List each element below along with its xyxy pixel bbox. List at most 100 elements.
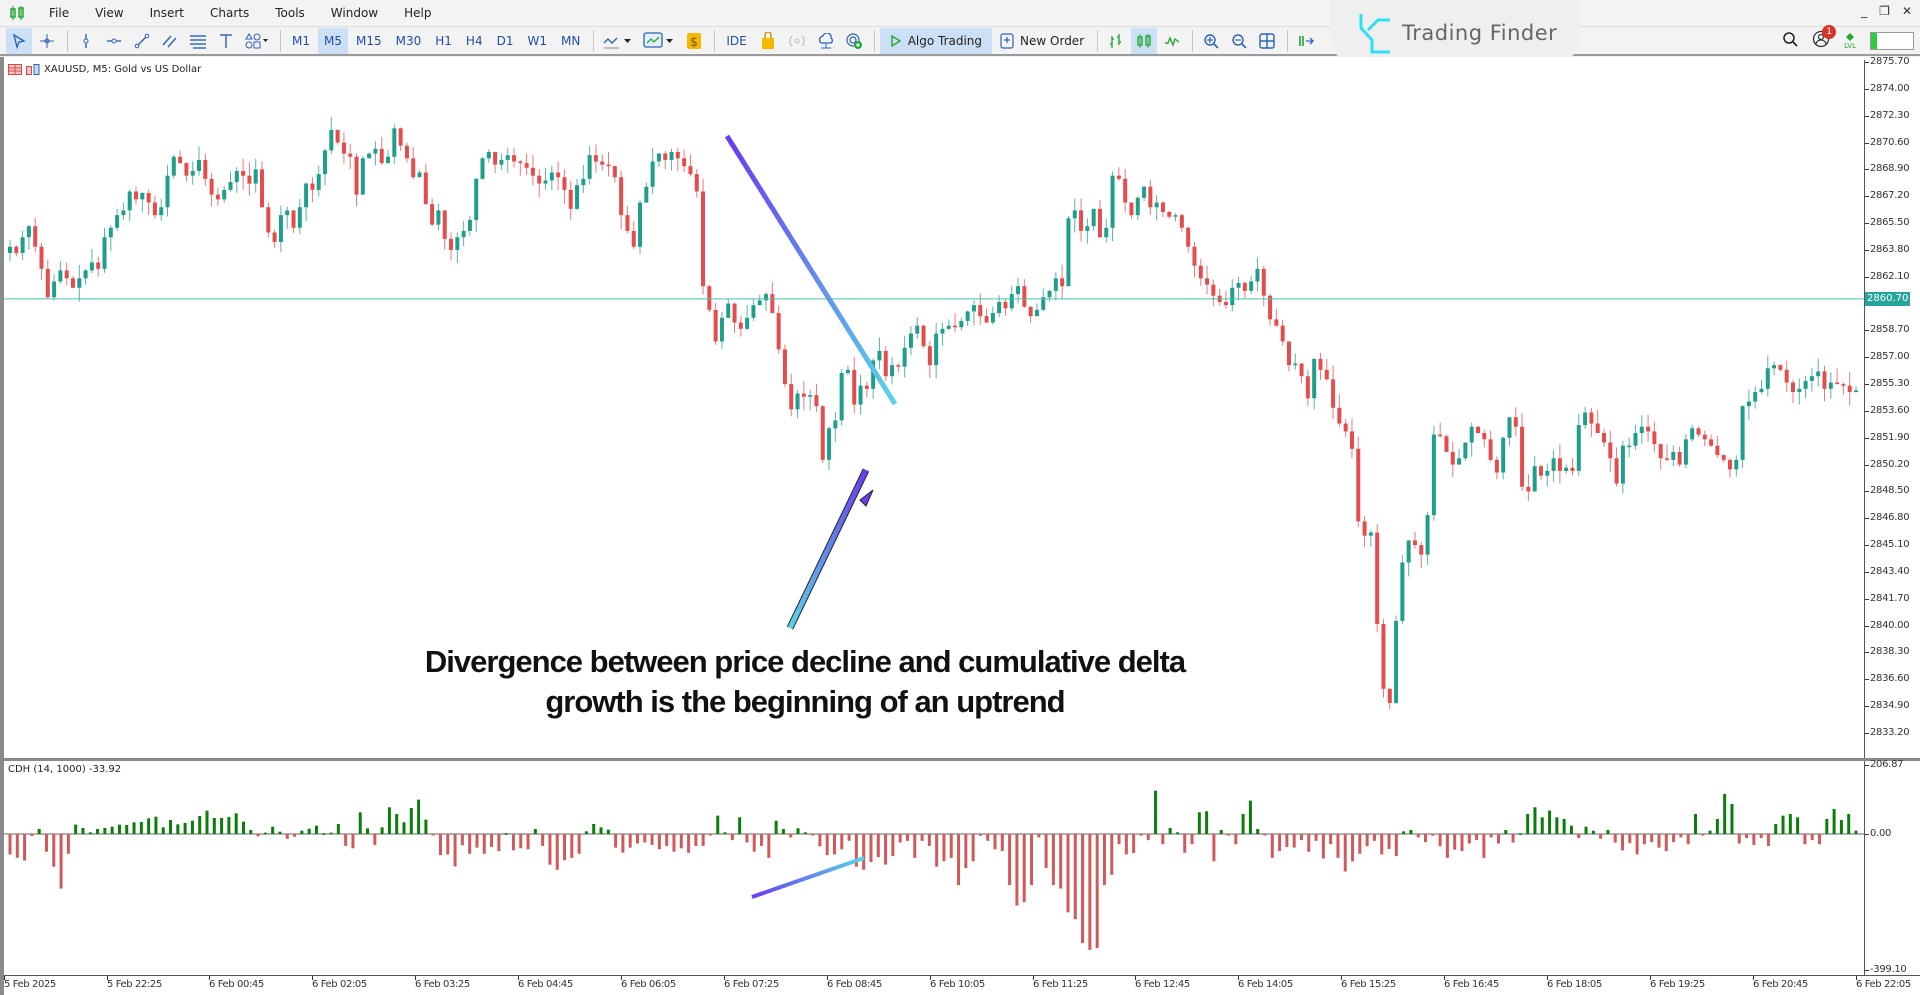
histogram-bar — [402, 822, 406, 834]
chart-templates-button[interactable] — [639, 28, 679, 54]
market-button[interactable]: $ — [681, 28, 707, 54]
histogram-bar — [1102, 834, 1106, 886]
candle-body — [1028, 306, 1033, 317]
menu-charts[interactable]: Charts — [197, 6, 262, 20]
menu-insert[interactable]: Insert — [137, 6, 197, 20]
histogram-bar — [1030, 834, 1034, 886]
signals-button[interactable] — [783, 28, 811, 54]
vps-button[interactable] — [813, 28, 839, 54]
price-axis-tick — [1865, 384, 1869, 386]
histogram-bar — [285, 834, 289, 839]
histogram-bar — [1686, 834, 1690, 845]
menu-view[interactable]: View — [82, 6, 136, 20]
horizontal-line-button[interactable] — [101, 28, 127, 54]
cursor-icon — [12, 33, 26, 49]
account-button[interactable]: 1 — [1812, 25, 1837, 52]
candle-body — [814, 395, 819, 407]
trading-signals-button[interactable] — [841, 28, 867, 54]
histogram-bar — [1745, 834, 1749, 839]
candle-body — [1135, 197, 1140, 216]
price-axis-label: 2836.60 — [1870, 673, 1910, 685]
price-axis-tick — [1865, 518, 1869, 520]
timeframe-d1[interactable]: D1 — [491, 28, 520, 54]
candle-body — [20, 237, 25, 254]
time-axis[interactable]: 5 Feb 2025 5 Feb 22:25 6 Feb 00:45 6 Feb 02… — [4, 975, 1920, 995]
histogram-bar — [628, 834, 632, 848]
candle-body — [392, 128, 397, 157]
candle-body — [190, 170, 195, 176]
tile-windows-button[interactable] — [1254, 28, 1280, 54]
menu-file[interactable]: File — [36, 6, 82, 20]
histogram-bar — [1256, 828, 1260, 834]
new-order-button[interactable]: New Order — [994, 28, 1090, 54]
candle-body — [1091, 208, 1096, 227]
menu-window[interactable]: Window — [318, 6, 391, 20]
arrow-shaft — [787, 468, 869, 630]
trendline-icon — [134, 33, 150, 48]
channel-button[interactable] — [157, 28, 183, 54]
cdh-indicator-panel[interactable] — [4, 761, 1864, 975]
timeframe-h4[interactable]: H4 — [460, 28, 489, 54]
candle-body — [1337, 407, 1342, 424]
menu-help[interactable]: Help — [391, 6, 444, 20]
timeframe-m5[interactable]: M5 — [318, 27, 348, 54]
menu-tools[interactable]: Tools — [262, 6, 318, 20]
candle-body — [581, 178, 586, 186]
timeframe-m15[interactable]: M15 — [350, 28, 388, 54]
close-button[interactable]: ✕ — [1902, 4, 1912, 18]
search-button[interactable] — [1782, 31, 1798, 51]
histogram-bar — [1008, 834, 1012, 886]
histogram-bar — [344, 834, 348, 846]
indicators-button[interactable] — [599, 28, 637, 54]
histogram-bar — [300, 830, 304, 834]
histogram-bar — [964, 834, 968, 869]
candle-body — [1671, 451, 1676, 460]
histogram-bar — [978, 834, 982, 836]
candle-body — [203, 159, 208, 179]
histogram-bar — [1175, 832, 1179, 834]
candle-body — [260, 169, 265, 208]
histogram-bar — [730, 834, 734, 841]
histogram-bar — [891, 834, 895, 857]
line-chart-button[interactable] — [1159, 28, 1185, 54]
zoom-out-button[interactable] — [1226, 28, 1252, 54]
timeframe-mn[interactable]: MN — [555, 28, 586, 54]
trendline-button[interactable] — [129, 28, 155, 54]
candle-body — [1696, 428, 1701, 435]
shop-button[interactable] — [755, 28, 781, 54]
candle-body — [1790, 382, 1795, 392]
candle-body — [1753, 391, 1758, 402]
histogram-bar — [1482, 834, 1486, 858]
algo-trading-button[interactable]: Algo Trading — [879, 27, 993, 54]
cursor-tool-button[interactable] — [6, 27, 32, 54]
timeframe-m1[interactable]: M1 — [286, 28, 316, 54]
bar-chart-button[interactable] — [1103, 28, 1129, 54]
candlestick-chart-button[interactable] — [1131, 27, 1158, 54]
timeframe-m30[interactable]: M30 — [390, 28, 428, 54]
histogram-bar — [1569, 825, 1573, 834]
timeframe-h1[interactable]: H1 — [429, 28, 458, 54]
candle-body — [1154, 202, 1159, 208]
vertical-line-icon — [83, 33, 89, 48]
ide-button[interactable]: IDE — [720, 28, 752, 54]
histogram-bar — [147, 818, 151, 834]
autoscroll-button[interactable] — [1293, 28, 1319, 54]
timeframe-w1[interactable]: W1 — [521, 28, 553, 54]
histogram-bar — [723, 832, 727, 834]
histogram-bar — [643, 834, 647, 843]
candle-body — [512, 155, 517, 162]
zoom-in-button[interactable] — [1198, 28, 1224, 54]
price-axis[interactable]: 2875.70 2874.00 2872.30 2870.60 2868.90 2867.… — [1864, 56, 1920, 758]
candle-body — [1003, 301, 1008, 309]
crosshair-tool-button[interactable] — [34, 28, 60, 54]
vertical-line-button[interactable] — [73, 28, 99, 54]
candle-body — [461, 230, 466, 238]
fibonacci-button[interactable] — [185, 28, 211, 54]
text-tool-button[interactable] — [213, 28, 239, 54]
restore-button[interactable]: ❐ — [1879, 4, 1890, 18]
shapes-button[interactable] — [241, 28, 273, 54]
toolbar-separator — [873, 29, 875, 52]
histogram-bar — [876, 834, 880, 858]
price-axis-tick — [1865, 464, 1869, 466]
minimize-button[interactable]: _ — [1861, 4, 1867, 18]
